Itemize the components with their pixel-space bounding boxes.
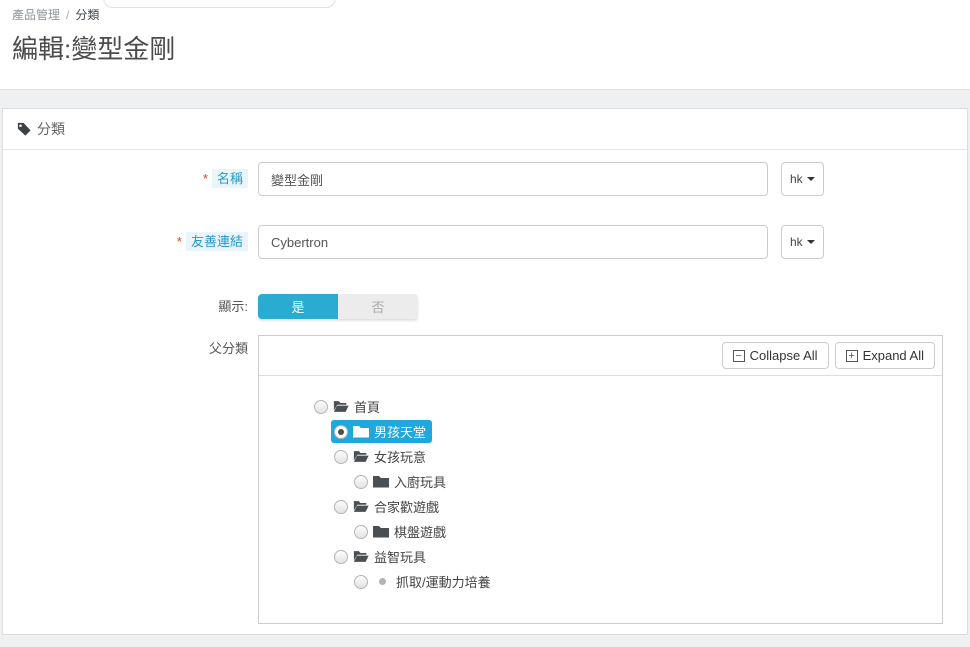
collapse-icon: − bbox=[733, 350, 745, 362]
category-tree: 首頁 男孩天堂 女孩玩意 入廚玩具 合家歡遊戲 棋盤遊戲 bbox=[259, 376, 942, 594]
name-label-wrap: * 名稱 bbox=[3, 169, 248, 189]
tree-item-label: 女孩玩意 bbox=[374, 447, 426, 466]
breadcrumb-link-products[interactable]: 產品管理 bbox=[12, 8, 60, 22]
display-yes-button[interactable]: 是 bbox=[258, 294, 338, 319]
tree-toolbar: − Collapse All + Expand All bbox=[259, 336, 942, 376]
category-tree-box: − Collapse All + Expand All 首頁 男孩天堂 bbox=[258, 335, 943, 624]
cutoff-popover-edge bbox=[103, 0, 336, 8]
tree-item-label: 合家歡遊戲 bbox=[374, 497, 439, 516]
tree-radio[interactable] bbox=[354, 475, 368, 489]
parent-category-row: 父分類 − Collapse All + Expand All bbox=[3, 335, 967, 624]
folder-open-icon bbox=[333, 400, 349, 413]
category-panel: 分類 * 名稱 hk * 友善連結 hk bbox=[2, 108, 968, 635]
required-mark: * bbox=[203, 171, 208, 186]
tag-icon bbox=[17, 122, 31, 136]
expand-all-label: Expand All bbox=[863, 348, 924, 363]
name-label: 名稱 bbox=[212, 169, 248, 188]
panel-title: 分類 bbox=[37, 119, 65, 139]
tree-item-label: 棋盤遊戲 bbox=[394, 522, 446, 541]
display-label: 顯示: bbox=[3, 297, 248, 317]
name-language-button[interactable]: hk bbox=[781, 162, 824, 196]
tree-item-label: 男孩天堂 bbox=[374, 422, 426, 441]
seo-url-label: 友善連結 bbox=[186, 232, 248, 251]
tree-radio[interactable] bbox=[334, 425, 348, 439]
tree-item[interactable]: 益智玩具 bbox=[331, 544, 942, 569]
seo-url-row: * 友善連結 hk bbox=[3, 225, 967, 259]
caret-down-icon bbox=[807, 240, 815, 244]
tree-item[interactable]: 女孩玩意 bbox=[331, 444, 942, 469]
required-mark: * bbox=[177, 234, 182, 249]
display-row: 顯示: 是 否 bbox=[3, 294, 967, 319]
breadcrumb-current: 分類 bbox=[75, 8, 99, 22]
category-form: * 名稱 hk * 友善連結 hk bbox=[3, 150, 967, 624]
name-row: * 名稱 hk bbox=[3, 162, 967, 196]
name-language-code: hk bbox=[790, 172, 803, 186]
panel-header: 分類 bbox=[3, 109, 967, 150]
tree-item[interactable]: 棋盤遊戲 bbox=[351, 519, 942, 544]
expand-all-button[interactable]: + Expand All bbox=[835, 342, 935, 369]
expand-icon: + bbox=[846, 350, 858, 362]
tree-radio[interactable] bbox=[334, 500, 348, 514]
tree-radio[interactable] bbox=[334, 450, 348, 464]
folder-open-icon bbox=[353, 450, 369, 463]
folder-closed-icon bbox=[353, 425, 369, 438]
caret-down-icon bbox=[807, 177, 815, 181]
folder-closed-icon bbox=[373, 475, 389, 488]
leaf-dot-icon bbox=[373, 578, 391, 585]
page-header: 產品管理 / 分類 編輯:變型金剛 bbox=[0, 0, 970, 90]
tree-item[interactable]: 合家歡遊戲 bbox=[331, 494, 942, 519]
tree-item[interactable]: 抓取/運動力培養 bbox=[351, 569, 942, 594]
tree-item-label: 入廚玩具 bbox=[394, 472, 446, 491]
seo-url-language-button[interactable]: hk bbox=[781, 225, 824, 259]
collapse-all-label: Collapse All bbox=[750, 348, 818, 363]
tree-radio[interactable] bbox=[354, 575, 368, 589]
tree-item[interactable]: 首頁 bbox=[311, 394, 942, 419]
folder-open-icon bbox=[353, 550, 369, 563]
name-input[interactable] bbox=[258, 162, 768, 196]
tree-item[interactable]: 入廚玩具 bbox=[351, 469, 942, 494]
tree-radio[interactable] bbox=[354, 525, 368, 539]
display-toggle-group: 是 否 bbox=[258, 294, 418, 319]
tree-item[interactable]: 男孩天堂 bbox=[331, 419, 942, 444]
tree-radio[interactable] bbox=[334, 550, 348, 564]
tree-radio[interactable] bbox=[314, 400, 328, 414]
seo-url-input[interactable] bbox=[258, 225, 768, 259]
tree-item-label: 抓取/運動力培養 bbox=[396, 572, 491, 591]
tree-item-label: 首頁 bbox=[354, 397, 380, 416]
folder-open-icon bbox=[353, 500, 369, 513]
parent-category-label: 父分類 bbox=[3, 335, 248, 359]
breadcrumb-separator: / bbox=[66, 8, 69, 22]
page-title: 編輯:變型金剛 bbox=[12, 34, 958, 64]
collapse-all-button[interactable]: − Collapse All bbox=[722, 342, 829, 369]
seo-url-language-code: hk bbox=[790, 235, 803, 249]
tree-item-label: 益智玩具 bbox=[374, 547, 426, 566]
folder-closed-icon bbox=[373, 525, 389, 538]
display-no-button[interactable]: 否 bbox=[338, 294, 418, 319]
breadcrumb: 產品管理 / 分類 bbox=[12, 8, 958, 22]
seo-url-label-wrap: * 友善連結 bbox=[3, 232, 248, 252]
